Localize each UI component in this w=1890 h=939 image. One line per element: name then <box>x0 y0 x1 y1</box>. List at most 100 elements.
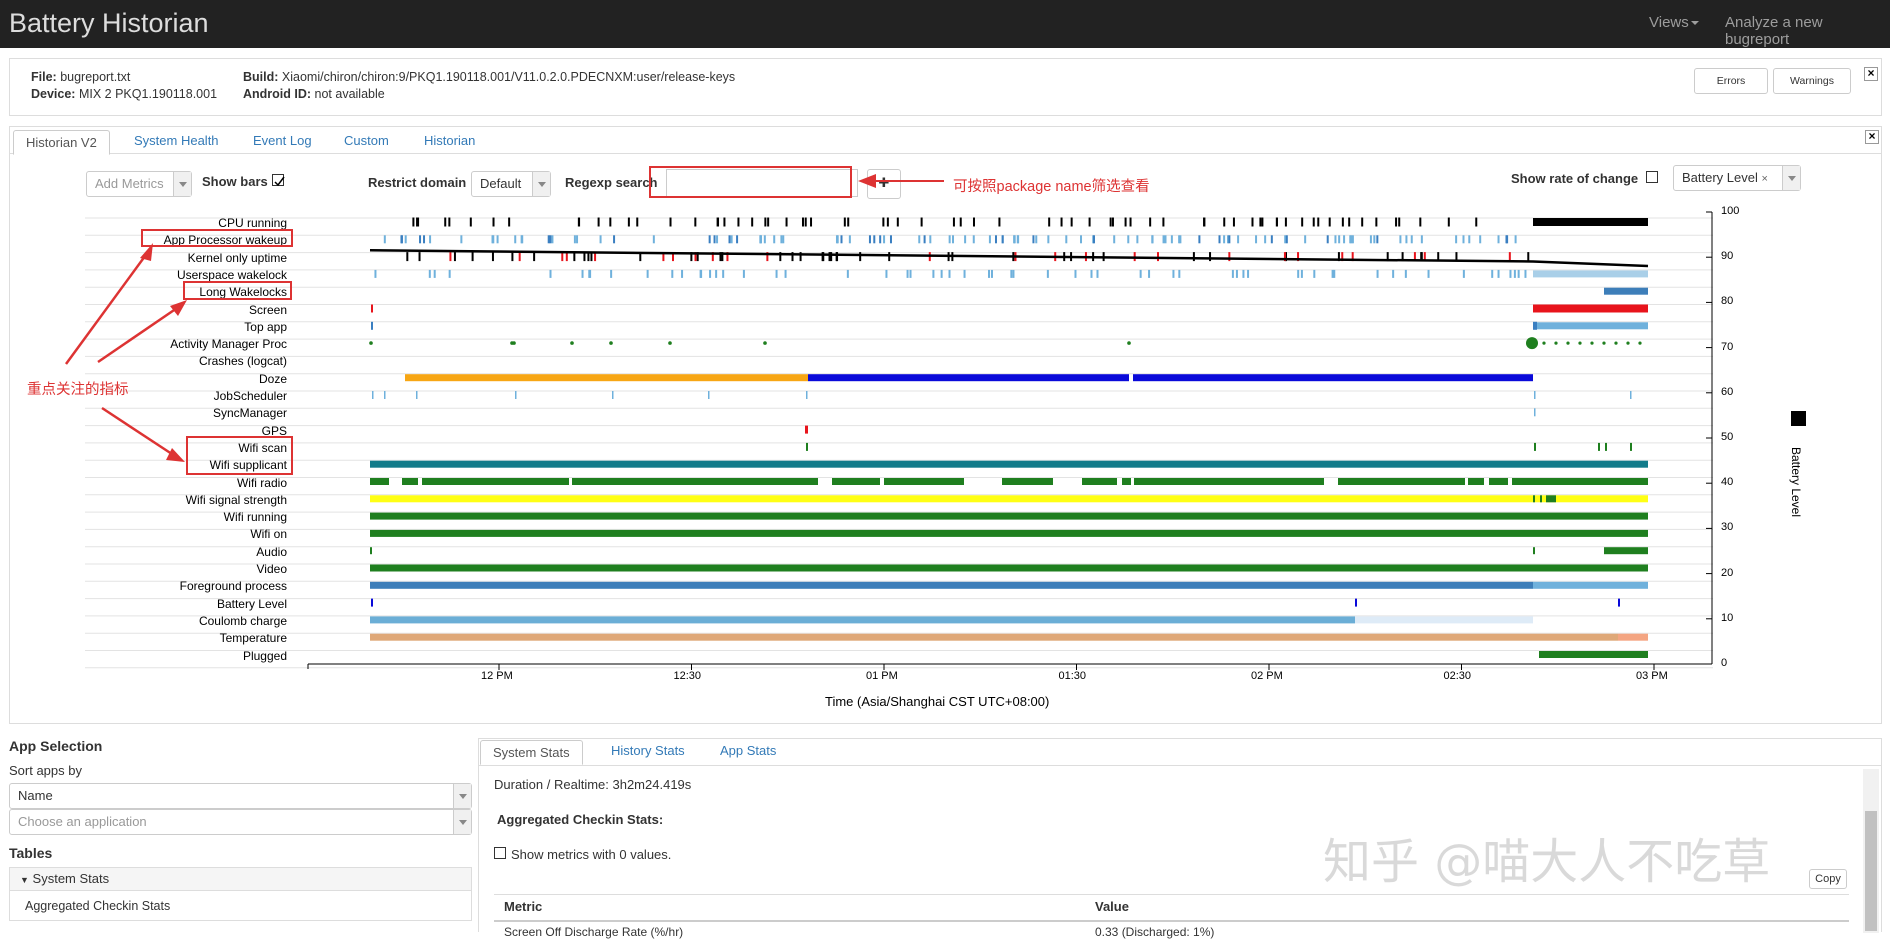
event-mark <box>1343 235 1346 244</box>
process-dot <box>1542 341 1546 345</box>
system-stats-toggle[interactable]: ▼ System Stats <box>9 867 472 891</box>
event-mark <box>1534 442 1536 451</box>
event-mark <box>1491 269 1494 278</box>
event-bar <box>1002 478 1053 485</box>
event-mark <box>836 252 839 262</box>
event-bar <box>572 478 818 485</box>
event-mark <box>1223 235 1226 244</box>
y-tick-label: 80 <box>1721 295 1734 308</box>
event-bar <box>370 529 1648 537</box>
event-bar <box>1533 322 1648 330</box>
event-mark <box>736 235 739 244</box>
annotation-arrows-icon <box>64 243 187 462</box>
event-mark <box>888 252 891 262</box>
event-mark <box>1361 217 1364 227</box>
event-mark <box>1398 217 1401 227</box>
event-mark <box>1235 269 1238 278</box>
event-mark <box>1198 235 1201 244</box>
event-mark <box>1404 269 1407 278</box>
event-mark <box>374 269 377 278</box>
event-mark <box>1468 235 1471 244</box>
event-mark <box>889 235 892 244</box>
event-mark <box>780 235 783 244</box>
tab-history-stats[interactable]: History Stats <box>611 743 685 758</box>
event-mark <box>1035 235 1038 244</box>
event-bar <box>884 478 964 485</box>
scrollbar-thumb[interactable] <box>1865 811 1877 931</box>
event-mark <box>612 391 614 399</box>
col-metric-header: Metric <box>504 899 543 914</box>
event-mark <box>1328 217 1331 227</box>
event-mark <box>751 217 754 227</box>
event-mark <box>1172 269 1175 278</box>
process-dot <box>1614 341 1618 345</box>
row-label: Wifi radio <box>236 475 287 490</box>
event-mark <box>885 269 888 278</box>
chevron-down-icon <box>453 810 471 834</box>
event-mark <box>1334 235 1337 244</box>
aggregated-checkin-title: Aggregated Checkin Stats: <box>497 812 664 827</box>
x-tick-label: 12 PM <box>481 670 513 682</box>
aggregated-checkin-stats-item[interactable]: Aggregated Checkin Stats <box>9 891 472 921</box>
process-dot <box>1578 341 1582 345</box>
event-mark <box>1060 217 1063 227</box>
event-mark <box>785 217 788 227</box>
event-mark <box>1405 235 1408 244</box>
event-mark <box>1192 252 1195 262</box>
col-value-header: Value <box>1095 899 1129 914</box>
event-mark <box>932 269 935 278</box>
event-mark <box>429 235 432 244</box>
chevron-down-icon <box>453 784 471 808</box>
event-mark <box>597 217 600 227</box>
event-mark <box>1395 217 1398 227</box>
event-mark <box>453 252 456 262</box>
event-mark <box>1148 269 1151 278</box>
event-bar <box>1133 374 1533 382</box>
choose-application-select[interactable]: Choose an application <box>9 809 472 835</box>
event-mark <box>1301 217 1304 227</box>
event-bar <box>370 495 1648 503</box>
tab-system-stats[interactable]: System Stats <box>480 740 583 765</box>
event-mark <box>1162 217 1165 227</box>
show-zero-metrics-checkbox[interactable] <box>494 847 506 859</box>
event-mark <box>1136 235 1139 244</box>
vertical-scrollbar[interactable] <box>1863 769 1879 933</box>
event-mark <box>1509 269 1512 278</box>
copy-button[interactable]: Copy <box>1809 869 1847 889</box>
event-bar <box>1533 321 1537 330</box>
event-bar <box>1533 547 1535 555</box>
event-mark <box>1455 235 1458 244</box>
event-bar <box>1604 547 1648 555</box>
event-mark <box>492 235 495 244</box>
event-mark <box>1618 598 1620 607</box>
event-mark <box>1392 269 1395 278</box>
event-mark <box>1228 235 1231 244</box>
event-mark <box>1231 269 1234 278</box>
event-mark <box>1527 252 1530 262</box>
event-mark <box>492 217 495 227</box>
process-dot <box>512 341 516 345</box>
sort-apps-select[interactable]: Name <box>9 783 472 809</box>
x-tick-label: 12:30 <box>673 670 702 682</box>
event-mark <box>1218 235 1221 244</box>
event-mark <box>1331 269 1334 278</box>
tab-app-stats[interactable]: App Stats <box>720 743 776 758</box>
event-mark <box>1156 252 1159 262</box>
event-mark <box>1237 235 1240 244</box>
x-tick-label: 02:30 <box>1443 670 1472 682</box>
event-mark <box>763 235 766 244</box>
event-mark <box>1313 269 1316 278</box>
event-mark <box>1065 235 1068 244</box>
event-mark <box>830 252 833 262</box>
event-mark <box>722 269 725 278</box>
event-mark <box>742 269 745 278</box>
event-mark <box>805 425 808 434</box>
event-mark <box>581 269 584 278</box>
event-mark <box>896 217 899 227</box>
event-mark <box>1376 269 1379 278</box>
event-mark <box>515 391 517 399</box>
event-mark <box>433 269 436 278</box>
process-dot <box>1127 341 1131 345</box>
event-mark <box>759 235 762 244</box>
event-mark <box>636 217 639 227</box>
